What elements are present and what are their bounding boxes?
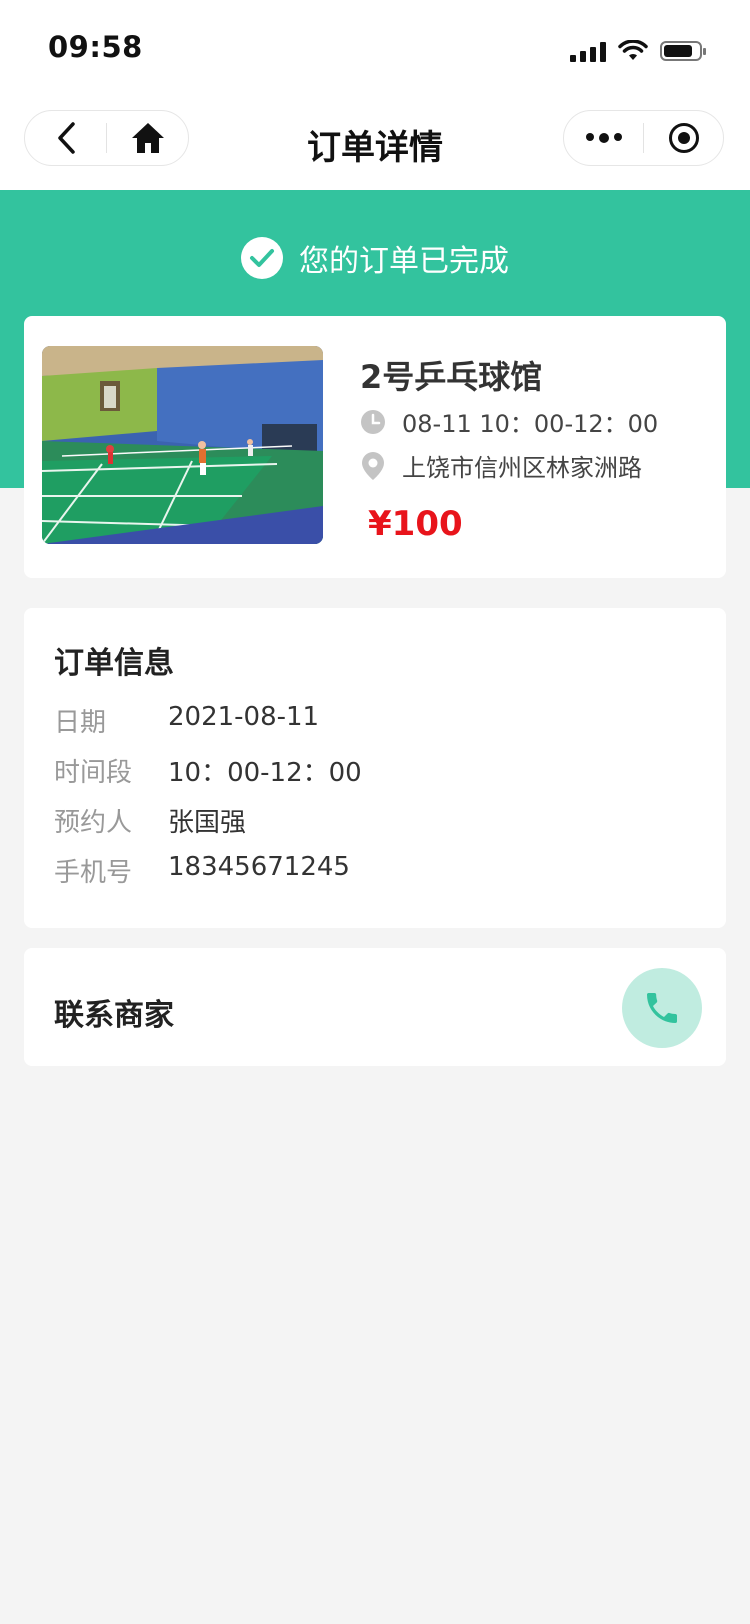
signal-icon: [570, 40, 606, 62]
battery-icon: [660, 41, 706, 61]
banner-text: 您的订单已完成: [299, 244, 509, 279]
nav-right-capsule: [563, 110, 724, 166]
info-label: 日期: [54, 708, 107, 738]
venue-price: ¥100: [368, 504, 463, 544]
info-row-phone: 手机号 18345671245: [54, 852, 350, 889]
info-value: 18345671245: [168, 852, 350, 882]
info-label: 手机号: [54, 858, 133, 888]
clock-icon: [361, 409, 385, 434]
info-value: 10：00-12：00: [168, 758, 362, 788]
check-icon: [241, 237, 283, 279]
info-row-time-slot: 时间段 10：00-12：00: [54, 752, 362, 789]
order-complete-message: 您的订单已完成: [0, 236, 750, 280]
contact-merchant-card: 联系商家: [24, 948, 726, 1066]
info-label: 时间段: [54, 758, 133, 788]
venue-address: 上饶市信州区林家洲路: [402, 454, 642, 482]
nav-bar: 订单详情: [0, 96, 750, 190]
venue-photo: [42, 346, 323, 544]
venue-name: 2号乒乓球馆: [360, 358, 543, 396]
wifi-icon: [618, 40, 648, 60]
more-button[interactable]: [564, 111, 643, 165]
info-row-date: 日期 2021-08-11: [54, 702, 319, 739]
order-info-title: 订单信息: [54, 646, 174, 681]
location-pin-icon: [362, 451, 384, 480]
status-icons: [570, 36, 706, 66]
status-time: 09:58: [48, 30, 143, 64]
target-icon: [668, 123, 699, 153]
info-label: 预约人: [54, 808, 133, 838]
more-icon: [585, 133, 622, 143]
venue-card[interactable]: 2号乒乓球馆 08-11 10：00-12：00 上饶市信州区林家洲路 ¥100: [24, 316, 726, 578]
call-merchant-button[interactable]: [622, 968, 702, 1048]
info-value: 2021-08-11: [168, 702, 320, 732]
venue-address-row: 上饶市信州区林家洲路: [360, 448, 642, 483]
venue-time: 08-11 10：00-12：00: [402, 410, 659, 438]
close-miniprogram-button[interactable]: [644, 111, 723, 165]
info-value: 张国强: [168, 808, 247, 838]
venue-time-row: 08-11 10：00-12：00: [360, 404, 658, 439]
status-bar: 09:58: [0, 0, 750, 96]
phone-icon: [647, 993, 677, 1023]
order-info-card: 订单信息 日期 2021-08-11 时间段 10：00-12：00 预约人 张…: [24, 608, 726, 928]
info-row-booker: 预约人 张国强: [54, 802, 246, 839]
contact-merchant-label: 联系商家: [54, 998, 174, 1033]
